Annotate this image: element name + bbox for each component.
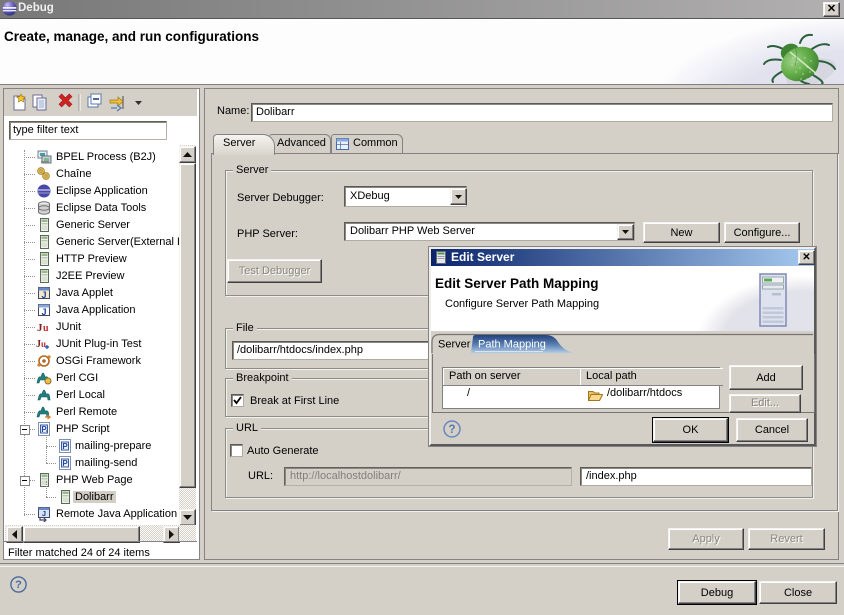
svg-text:u: u (43, 323, 49, 334)
svg-text:J: J (41, 307, 46, 317)
svg-text:P: P (62, 442, 68, 451)
svg-text:Path Mapping: Path Mapping (478, 339, 546, 351)
svg-text:?: ? (448, 424, 455, 436)
svg-text:P: P (62, 459, 68, 468)
svg-text:?: ? (15, 579, 22, 591)
svg-text:J: J (41, 290, 46, 300)
svg-text:J: J (42, 509, 46, 518)
svg-text:Server: Server (438, 339, 471, 351)
